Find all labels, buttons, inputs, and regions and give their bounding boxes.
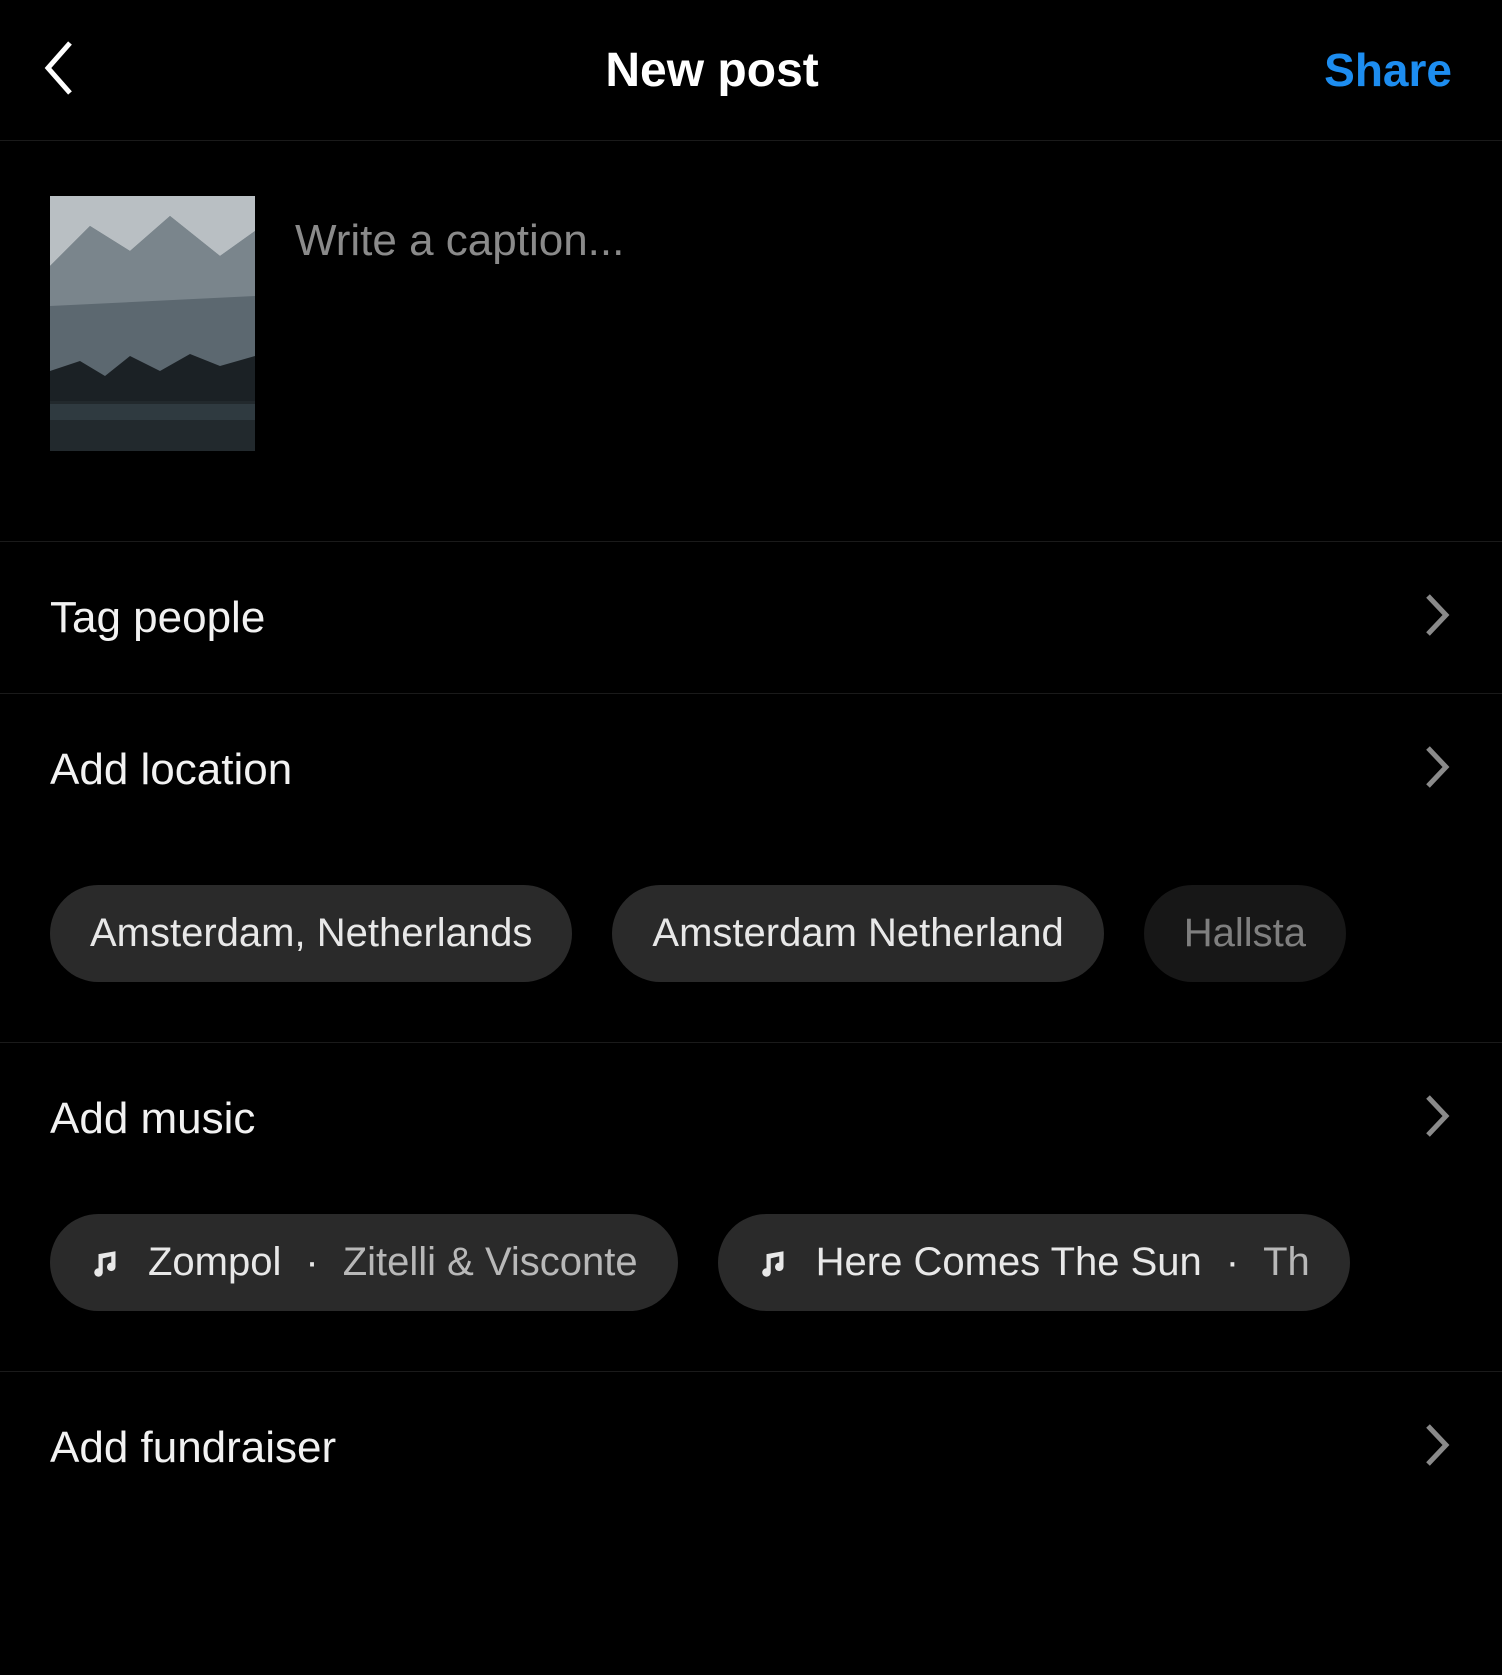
music-suggestions-scroller[interactable]: Zompol · Zitelli & Visconte Here Comes T… bbox=[0, 1194, 1502, 1371]
music-note-icon bbox=[758, 1246, 792, 1280]
header-bar: New post Share bbox=[0, 0, 1502, 141]
location-chip[interactable]: Amsterdam Netherland bbox=[612, 885, 1103, 982]
music-chip-artist: Zitelli & Visconte bbox=[343, 1240, 638, 1285]
post-thumbnail[interactable] bbox=[50, 196, 255, 451]
add-location-label: Add location bbox=[50, 745, 292, 795]
chevron-right-icon bbox=[1424, 1422, 1452, 1473]
back-button[interactable] bbox=[40, 40, 100, 100]
chevron-left-icon bbox=[40, 39, 76, 102]
tag-people-row[interactable]: Tag people bbox=[0, 542, 1502, 693]
add-location-row[interactable]: Add location bbox=[0, 693, 1502, 845]
location-chip-label: Amsterdam Netherland bbox=[652, 911, 1063, 956]
music-chip[interactable]: Zompol · Zitelli & Visconte bbox=[50, 1214, 678, 1311]
music-chip-artist: Th bbox=[1263, 1240, 1310, 1285]
chevron-right-icon bbox=[1424, 744, 1452, 795]
share-button[interactable]: Share bbox=[1324, 43, 1462, 97]
tag-people-label: Tag people bbox=[50, 593, 265, 643]
music-chip-title: Here Comes The Sun bbox=[816, 1240, 1202, 1285]
caption-input[interactable] bbox=[295, 196, 1452, 266]
location-chip[interactable]: Amsterdam, Netherlands bbox=[50, 885, 572, 982]
music-note-icon bbox=[90, 1246, 124, 1280]
add-fundraiser-label: Add fundraiser bbox=[50, 1423, 336, 1473]
add-music-row[interactable]: Add music bbox=[0, 1042, 1502, 1194]
music-chip-title: Zompol bbox=[148, 1240, 281, 1285]
add-music-label: Add music bbox=[50, 1094, 255, 1144]
location-chip-label: Amsterdam, Netherlands bbox=[90, 911, 532, 956]
location-chip-label: Hallsta bbox=[1184, 911, 1306, 956]
thumbnail-image bbox=[50, 196, 255, 451]
music-chip[interactable]: Here Comes The Sun · Th bbox=[718, 1214, 1350, 1311]
location-suggestions-scroller[interactable]: Amsterdam, Netherlands Amsterdam Netherl… bbox=[0, 845, 1502, 1042]
page-title: New post bbox=[100, 43, 1324, 98]
add-fundraiser-row[interactable]: Add fundraiser bbox=[0, 1371, 1502, 1523]
chevron-right-icon bbox=[1424, 1093, 1452, 1144]
caption-section bbox=[0, 141, 1502, 542]
location-chip[interactable]: Hallsta bbox=[1144, 885, 1346, 982]
chevron-right-icon bbox=[1424, 592, 1452, 643]
new-post-screen: New post Share Tag people Add location bbox=[0, 0, 1502, 1675]
